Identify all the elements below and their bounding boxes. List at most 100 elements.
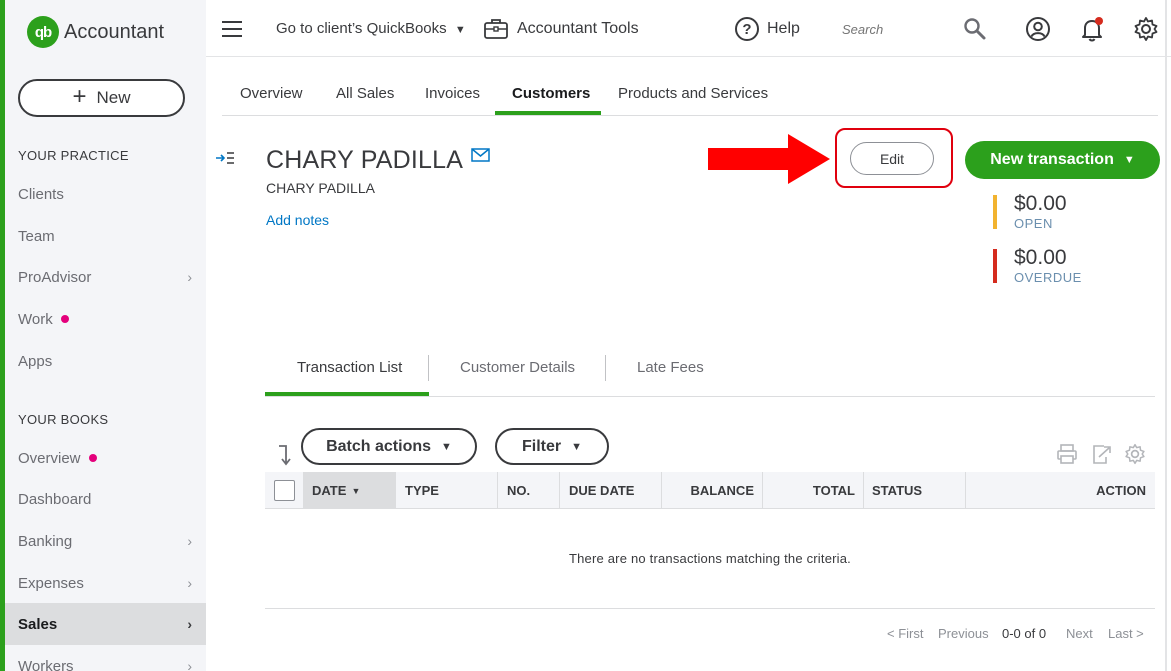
tab-divider: [428, 355, 429, 381]
filter-button[interactable]: Filter ▼: [495, 428, 609, 465]
column-divider: [559, 472, 560, 509]
chevron-right-icon: ›: [187, 658, 192, 671]
column-header-type[interactable]: TYPE: [405, 472, 495, 509]
active-tab-indicator: [495, 111, 601, 115]
brand[interactable]: qb Accountant: [27, 16, 164, 48]
briefcase-icon: [484, 19, 508, 39]
column-divider: [497, 472, 498, 509]
your-books-heading: YOUR BOOKS: [18, 412, 109, 427]
edit-customer-button[interactable]: Edit: [850, 142, 934, 175]
column-header-status[interactable]: STATUS: [872, 472, 962, 509]
sidebar-item-label: Work: [18, 310, 53, 328]
sidebar-item-proadvisor[interactable]: ProAdvisor ›: [5, 256, 206, 298]
caret-down-icon: ▼: [571, 440, 582, 453]
tab-all-sales[interactable]: All Sales: [336, 85, 394, 102]
client-dropdown-label: Go to client’s QuickBooks: [276, 20, 447, 37]
accountant-tools-button[interactable]: Accountant Tools: [483, 17, 639, 41]
go-to-client-dropdown[interactable]: Go to client’s QuickBooks ▼: [276, 20, 466, 37]
tab-products-and-services[interactable]: Products and Services: [618, 85, 768, 102]
sidebar-item-work[interactable]: Work: [5, 298, 206, 340]
tab-late-fees[interactable]: Late Fees: [637, 359, 704, 376]
sidebar-item-banking[interactable]: Banking ›: [5, 520, 206, 562]
user-profile-icon[interactable]: [1025, 16, 1051, 42]
question-mark-icon: ?: [735, 17, 759, 41]
chevron-right-icon: ›: [187, 575, 192, 591]
notification-dot-icon: [60, 315, 69, 323]
column-divider: [863, 472, 864, 509]
overdue-amount: $0.00: [1014, 246, 1067, 269]
sidebar-item-team[interactable]: Team: [5, 215, 206, 257]
sidebar-item-dashboard[interactable]: Dashboard: [5, 478, 206, 520]
sort-caret-down-icon: ▼: [351, 485, 361, 496]
select-all-checkbox[interactable]: [274, 480, 295, 501]
new-button[interactable]: + New: [18, 79, 185, 117]
sidebar-item-label: Apps: [18, 352, 53, 370]
tab-divider: [605, 355, 606, 381]
column-header-action: ACTION: [1096, 483, 1146, 498]
active-sub-tab-indicator: [265, 392, 429, 396]
column-divider: [762, 472, 763, 509]
transactions-table-header: DATE ▼ TYPE NO. DUE DATE BALANCE TOTAL S…: [265, 472, 1155, 509]
column-header-no[interactable]: NO.: [507, 472, 557, 509]
sidebar-item-clients[interactable]: Clients: [5, 173, 206, 215]
overdue-status-bar: [993, 249, 997, 283]
content-edge-divider: [1165, 0, 1167, 671]
pagination-next[interactable]: Next: [1066, 626, 1093, 641]
caret-down-icon: ▼: [1123, 154, 1135, 166]
sidebar-item-expenses[interactable]: Expenses ›: [5, 562, 206, 604]
sidebar-item-label: Expenses: [18, 574, 84, 592]
column-divider: [965, 472, 966, 509]
sidebar-item-label: Workers: [18, 657, 74, 671]
top-bar: Go to client’s QuickBooks ▼ Accountant T…: [206, 0, 1171, 57]
export-icon[interactable]: [1090, 443, 1112, 465]
hamburger-menu-icon[interactable]: [222, 21, 242, 37]
pagination-previous[interactable]: Previous: [938, 626, 989, 641]
open-amount: $0.00: [1014, 192, 1067, 215]
tab-customer-details[interactable]: Customer Details: [460, 359, 575, 376]
sort-arrow-icon[interactable]: [276, 444, 294, 466]
sidebar-item-label: ProAdvisor: [18, 268, 92, 286]
tab-customers[interactable]: Customers: [512, 85, 590, 102]
sidebar-item-label: Overview: [18, 449, 81, 467]
sidebar-item-label: Team: [18, 227, 55, 245]
add-notes-link[interactable]: Add notes: [266, 212, 329, 228]
open-status-bar: [993, 195, 997, 229]
plus-icon: +: [72, 83, 87, 110]
expand-panel-icon[interactable]: [215, 150, 235, 166]
column-header-total[interactable]: TOTAL: [764, 472, 855, 509]
transactions-table-body: There are no transactions matching the c…: [265, 509, 1155, 609]
notification-bell-icon[interactable]: [1079, 16, 1105, 42]
empty-table-message: There are no transactions matching the c…: [568, 551, 851, 566]
tab-transaction-list[interactable]: Transaction List: [297, 359, 402, 376]
sidebar-item-overview[interactable]: Overview: [5, 437, 206, 479]
tab-invoices[interactable]: Invoices: [425, 85, 480, 102]
sidebar-item-label: Clients: [18, 185, 64, 203]
accountant-tools-label: Accountant Tools: [517, 20, 639, 37]
help-label: Help: [767, 20, 800, 37]
help-button[interactable]: ? Help: [735, 17, 800, 41]
column-header-due-date[interactable]: DUE DATE: [569, 472, 659, 509]
your-practice-heading: YOUR PRACTICE: [18, 148, 129, 163]
print-icon[interactable]: [1056, 443, 1078, 465]
table-settings-gear-icon[interactable]: [1124, 443, 1146, 465]
overdue-label: OVERDUE: [1014, 270, 1082, 285]
chevron-right-icon: ›: [187, 269, 192, 285]
new-transaction-button[interactable]: New transaction ▼: [965, 141, 1160, 179]
column-header-balance[interactable]: BALANCE: [663, 472, 754, 509]
sidebar-item-workers[interactable]: Workers ›: [5, 645, 206, 671]
pagination-last[interactable]: Last >: [1108, 626, 1144, 641]
sidebar-item-sales[interactable]: Sales ›: [5, 603, 206, 645]
chevron-right-icon: ›: [187, 533, 192, 549]
batch-actions-label: Batch actions: [326, 437, 432, 455]
filter-label: Filter: [521, 437, 562, 455]
email-envelope-icon[interactable]: [471, 148, 490, 162]
search-icon[interactable]: [962, 16, 988, 42]
sidebar-item-apps[interactable]: Apps: [5, 340, 206, 382]
pagination-first[interactable]: < First: [887, 626, 923, 641]
batch-actions-button[interactable]: Batch actions ▼: [301, 428, 477, 465]
search-input[interactable]: [842, 14, 952, 44]
column-header-label: DATE: [312, 483, 347, 498]
gear-settings-icon[interactable]: [1133, 16, 1159, 42]
column-header-date[interactable]: DATE ▼: [303, 472, 396, 509]
tab-overview[interactable]: Overview: [240, 85, 303, 102]
